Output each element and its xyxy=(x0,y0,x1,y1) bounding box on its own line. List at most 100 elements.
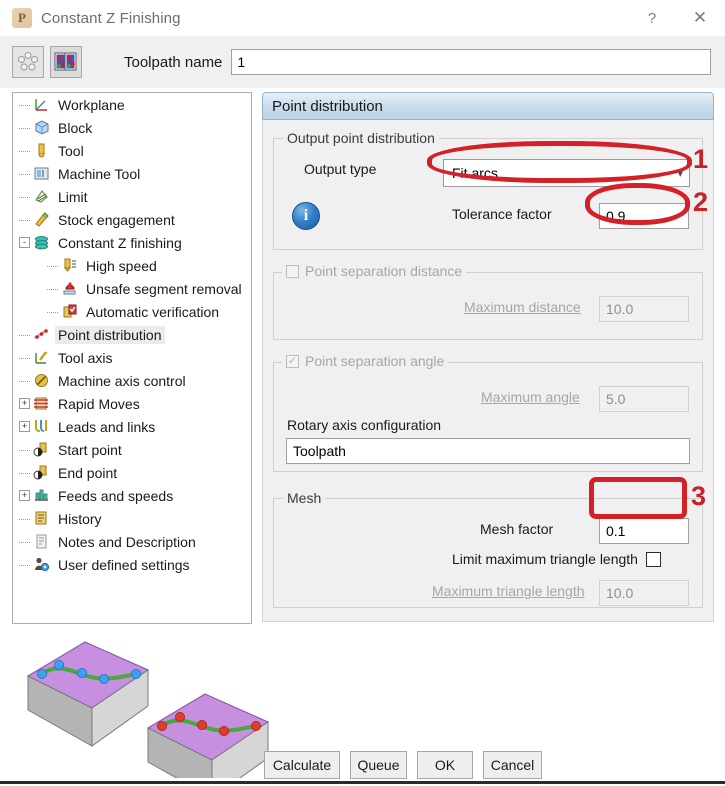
tree-item-stock-engagement[interactable]: Stock engagement xyxy=(13,208,251,231)
tree-item-label: User defined settings xyxy=(58,556,190,573)
maximum-triangle-field: 10.0 xyxy=(599,580,689,606)
rotary-axis-label: Rotary axis configuration xyxy=(287,417,442,433)
unsafe-segment-icon xyxy=(63,282,76,295)
tree-item-label: Machine axis control xyxy=(58,372,186,389)
tool-icon xyxy=(33,142,50,159)
tolerance-factor-row: Tolerance factor xyxy=(452,206,552,222)
auto-verification-icon xyxy=(63,304,77,318)
point-distribution-icon xyxy=(33,326,50,343)
settings-tree[interactable]: Workplane Block Tool Machine Tool Limit Stock… xyxy=(12,92,252,624)
workplane-icon xyxy=(35,99,47,111)
tree-item-point-distribution[interactable]: Point distribution xyxy=(13,323,251,346)
annotation-number-2: 2 xyxy=(693,187,709,217)
tree-item-rapid-moves[interactable]: + Rapid Moves xyxy=(13,392,251,415)
tree-item-constant-z-finishing[interactable]: - Constant Z finishing xyxy=(13,231,251,254)
cancel-button[interactable]: Cancel xyxy=(483,751,542,779)
thumbnails-icon xyxy=(54,52,77,71)
maximum-angle-field: 5.0 xyxy=(599,386,689,412)
tree-item-end-point[interactable]: End point xyxy=(13,461,251,484)
mesh-factor-field[interactable]: 0.1 xyxy=(599,518,689,544)
workplane-icon xyxy=(33,96,50,113)
tree-item-automatic-verification[interactable]: Automatic verification xyxy=(13,300,251,323)
check-icon: ✓ xyxy=(287,354,298,367)
unsafe-segment-icon xyxy=(61,280,78,297)
tree-item-notes-and-description[interactable]: Notes and Description xyxy=(13,530,251,553)
tree-item-history[interactable]: History xyxy=(13,507,251,530)
maximum-angle-row: Maximum angle xyxy=(481,389,580,405)
point-distribution-icon xyxy=(34,328,48,340)
tree-item-label: Stock engagement xyxy=(58,211,175,228)
tree-connector xyxy=(19,565,30,566)
expand-icon[interactable]: + xyxy=(19,421,30,432)
tree-item-tool[interactable]: Tool xyxy=(13,139,251,162)
close-button[interactable]: ✕ xyxy=(675,0,725,36)
tree-connector xyxy=(19,128,30,129)
tolerance-factor-field[interactable]: 0.9 xyxy=(599,203,689,229)
tree-item-machine-tool[interactable]: Machine Tool xyxy=(13,162,251,185)
tolerance-factor-label: Tolerance factor xyxy=(452,206,552,222)
limit-triangle-row: Limit maximum triangle length xyxy=(452,551,661,567)
maximum-triangle-label: Maximum triangle length xyxy=(432,583,585,599)
feeds-speeds-icon xyxy=(35,489,48,501)
output-point-distribution-group: Output point distribution Output type Fi… xyxy=(273,130,703,250)
output-type-row: Output type xyxy=(304,161,376,177)
tree-item-label: Machine Tool xyxy=(58,165,141,182)
help-button[interactable]: ? xyxy=(629,0,675,36)
block-icon xyxy=(35,120,49,135)
tree-connector xyxy=(19,542,30,543)
cycle-icon xyxy=(18,52,38,71)
collapse-icon[interactable]: - xyxy=(19,237,30,248)
cycle-icon-button[interactable] xyxy=(12,46,44,78)
tree-item-start-point[interactable]: Start point xyxy=(13,438,251,461)
mesh-factor-label: Mesh factor xyxy=(480,521,554,537)
tree-item-high-speed[interactable]: High speed xyxy=(13,254,251,277)
tree-connector xyxy=(19,450,30,451)
limit-icon xyxy=(35,190,48,203)
point-separation-distance-group: Point separation distance Maximum distan… xyxy=(273,263,703,340)
tree-item-label: Automatic verification xyxy=(86,303,220,320)
tree-item-label: Tool axis xyxy=(58,349,113,366)
user-settings-icon xyxy=(35,557,50,572)
tree-item-tool-axis[interactable]: Tool axis xyxy=(13,346,251,369)
tree-item-limit[interactable]: Limit xyxy=(13,185,251,208)
tree-item-feeds-and-speeds[interactable]: + Feeds and speeds xyxy=(13,484,251,507)
calculate-button[interactable]: Calculate xyxy=(264,751,340,779)
expand-icon[interactable]: + xyxy=(19,490,30,501)
thumbnails-icon-button[interactable] xyxy=(50,46,82,78)
tree-item-leads-and-links[interactable]: + Leads and links xyxy=(13,415,251,438)
machine-tool-icon xyxy=(34,167,49,180)
point-separation-distance-label: Point separation distance xyxy=(305,263,463,279)
output-type-value: Fit arcs xyxy=(452,165,498,181)
history-icon xyxy=(33,510,50,527)
maximum-triangle-row: Maximum triangle length xyxy=(432,583,585,599)
stock-engagement-icon xyxy=(35,212,49,227)
block-icon xyxy=(33,119,50,136)
expand-icon[interactable]: + xyxy=(19,398,30,409)
auto-verification-icon xyxy=(61,303,78,320)
tree-connector xyxy=(19,358,30,359)
tree-item-unsafe-segment-removal[interactable]: Unsafe segment removal xyxy=(13,277,251,300)
tree-item-machine-axis-control[interactable]: Machine axis control xyxy=(13,369,251,392)
tree-item-block[interactable]: Block xyxy=(13,116,251,139)
tool-icon xyxy=(38,143,45,158)
constant-z-icon xyxy=(35,236,48,250)
tree-item-label: Constant Z finishing xyxy=(58,234,182,251)
queue-button[interactable]: Queue xyxy=(350,751,407,779)
limit-icon xyxy=(33,188,50,205)
tree-item-user-defined-settings[interactable]: User defined settings xyxy=(13,553,251,576)
tree-connector xyxy=(19,220,30,221)
tree-item-workplane[interactable]: Workplane xyxy=(13,93,251,116)
end-point-icon xyxy=(33,464,50,481)
tree-connector xyxy=(19,519,30,520)
point-separation-angle-checkbox[interactable]: ✓ xyxy=(286,354,299,368)
point-separation-distance-checkbox[interactable] xyxy=(286,264,299,278)
rotary-axis-field[interactable]: Toolpath xyxy=(286,438,690,464)
tree-item-label: Rapid Moves xyxy=(58,395,140,412)
rapid-moves-icon xyxy=(33,395,50,412)
feeds-speeds-icon xyxy=(33,487,50,504)
ok-button[interactable]: OK xyxy=(417,751,473,779)
output-type-combo[interactable]: Fit arcs ▾ xyxy=(443,159,690,187)
toolpath-name-label: Toolpath name xyxy=(124,53,223,71)
limit-triangle-checkbox[interactable] xyxy=(645,551,661,567)
toolpath-name-input[interactable]: 1 xyxy=(231,49,711,75)
